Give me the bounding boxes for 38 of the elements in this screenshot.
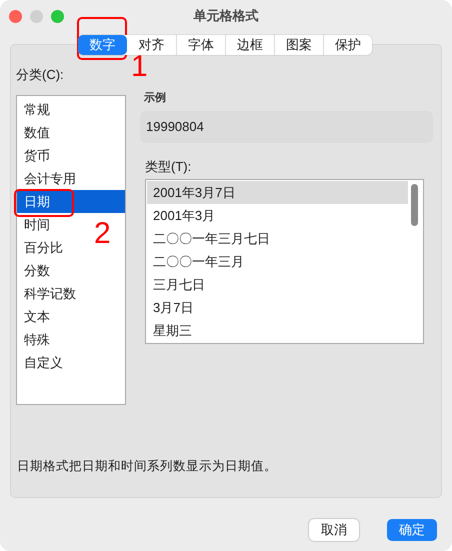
tab[interactable]: 对齐 — [127, 35, 176, 55]
cancel-button[interactable]: 取消 — [309, 519, 359, 541]
category-item[interactable]: 时间 — [17, 213, 53, 236]
category-item[interactable]: 日期 — [17, 190, 125, 213]
scrollbar-thumb[interactable] — [411, 184, 418, 226]
type-item[interactable]: 二〇〇一年三月 — [147, 250, 408, 273]
type-item[interactable]: 三月七日 — [147, 273, 408, 296]
annotation-number: 1 — [131, 52, 148, 82]
type-label: 类型(T): — [145, 158, 192, 176]
highlight-frame — [14, 189, 74, 217]
category-item[interactable]: 常规 — [17, 98, 53, 121]
category-item[interactable]: 特殊 — [17, 328, 53, 351]
type-list[interactable]: 2001年3月7日 2001年3月 二〇〇一年三月七日 二〇〇一年三月 三月七日 3月7日 星期三 — [145, 179, 424, 344]
category-item[interactable]: 货币 — [17, 144, 53, 167]
category-item[interactable]: 科学记数 — [17, 282, 79, 305]
type-item[interactable]: 2001年3月 — [147, 204, 408, 227]
sample-value: 19990804 — [140, 110, 433, 142]
category-item[interactable]: 百分比 — [17, 236, 66, 259]
window-title: 单元格格式 — [194, 8, 258, 24]
category-item[interactable]: 数值 — [17, 121, 53, 144]
category-label: 分类(C): — [16, 66, 65, 83]
category-item[interactable]: 会计专用 — [17, 167, 79, 190]
category-item[interactable]: 分数 — [17, 259, 53, 282]
minimize-icon[interactable] — [30, 10, 43, 22]
sample-label: 示例 — [144, 91, 167, 106]
category-item[interactable]: 文本 — [17, 305, 53, 328]
annotation-number: 2 — [94, 219, 111, 249]
type-item[interactable]: 3月7日 — [147, 296, 408, 319]
zoom-icon[interactable] — [51, 10, 64, 22]
type-item[interactable]: 二〇〇一年三月七日 — [147, 227, 408, 250]
close-icon[interactable] — [9, 10, 22, 22]
type-item[interactable]: 星期三 — [147, 319, 408, 342]
category-item[interactable]: 自定义 — [17, 351, 66, 374]
type-item[interactable]: 2001年3月7日 — [147, 181, 408, 204]
description-text: 日期格式把日期和时间系列数显示为日期值。 — [17, 458, 277, 475]
tab[interactable]: 数字 — [78, 35, 127, 55]
ok-button[interactable]: 确定 — [387, 519, 437, 541]
highlight-frame — [77, 17, 127, 60]
